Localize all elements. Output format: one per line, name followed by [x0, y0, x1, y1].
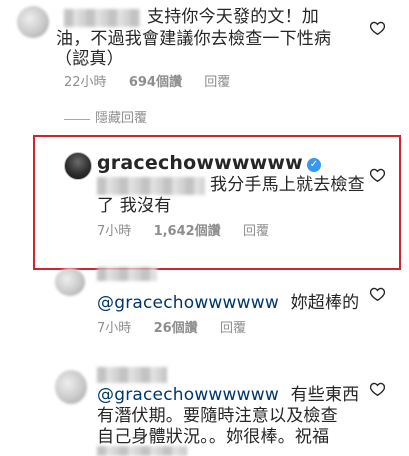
reply-text-line: 我分手馬上就去檢查 — [210, 175, 365, 195]
comment-likes[interactable]: 694個讚 — [129, 75, 182, 90]
reply-time: 7小時 — [97, 321, 132, 336]
reply-text-line: 有潛伏期。要隨時注意以及檢查 — [97, 406, 338, 426]
reply-button[interactable]: 回覆 — [204, 75, 230, 90]
reply-username-row: gracechowwwwww ✓ — [97, 152, 321, 174]
reply-text-line: 自己身體狀況。。妳很棒。祝福 — [97, 427, 330, 447]
reply-likes[interactable]: 1,642個讚 — [154, 224, 221, 239]
reply-text: 有些東西 — [290, 385, 360, 405]
reply-button[interactable]: 回覆 — [220, 321, 246, 336]
reply-text-line: @gracechowwwwww 妳超棒的 — [97, 293, 359, 314]
reply-text: 妳超棒的 — [290, 293, 360, 313]
reply-time: 7小時 — [97, 224, 132, 239]
reply-meta: 7小時 1,642個讚 回覆 — [97, 224, 269, 240]
heart-icon[interactable] — [370, 382, 385, 396]
comment-text-line: 油，不過我會建議你去檢查一下性病 — [56, 29, 332, 49]
reply-likes[interactable]: 26個讚 — [154, 321, 198, 336]
comment-meta: 22小時 694個讚 回覆 — [64, 75, 230, 91]
verified-icon: ✓ — [306, 158, 321, 172]
hidden-replies-toggle[interactable]: 隱藏回覆 — [95, 111, 147, 127]
commenter-avatar[interactable] — [55, 268, 85, 296]
reply-text-line: @gracechowwwwww 有些東西 — [97, 385, 359, 406]
censored-username — [97, 267, 157, 281]
mention-link[interactable]: @gracechowwwwww — [97, 385, 279, 405]
heart-icon[interactable] — [370, 21, 385, 35]
comment-text-line: 支持你今天發的文！加 — [147, 7, 319, 27]
commenter-avatar[interactable] — [55, 370, 87, 404]
comment-text-line: （認真） — [55, 49, 124, 69]
reply-username[interactable]: gracechowwwwww — [97, 152, 303, 174]
mention-link[interactable]: @gracechowwwwww — [97, 293, 279, 313]
censored-username — [64, 9, 140, 27]
commenter-avatar[interactable] — [17, 6, 49, 38]
reply-text-line: 了 我沒有 — [97, 196, 172, 216]
grace-avatar[interactable] — [64, 152, 92, 180]
censored-username — [97, 367, 167, 383]
censored-text — [97, 446, 187, 456]
comment-time: 22小時 — [64, 75, 107, 90]
reply-meta: 7小時 26個讚 回覆 — [97, 321, 246, 337]
reply-button[interactable]: 回覆 — [243, 224, 269, 239]
heart-icon[interactable] — [370, 168, 385, 182]
hidden-replies-divider — [64, 119, 90, 120]
heart-icon[interactable] — [370, 287, 385, 301]
censored-mention — [97, 177, 205, 195]
